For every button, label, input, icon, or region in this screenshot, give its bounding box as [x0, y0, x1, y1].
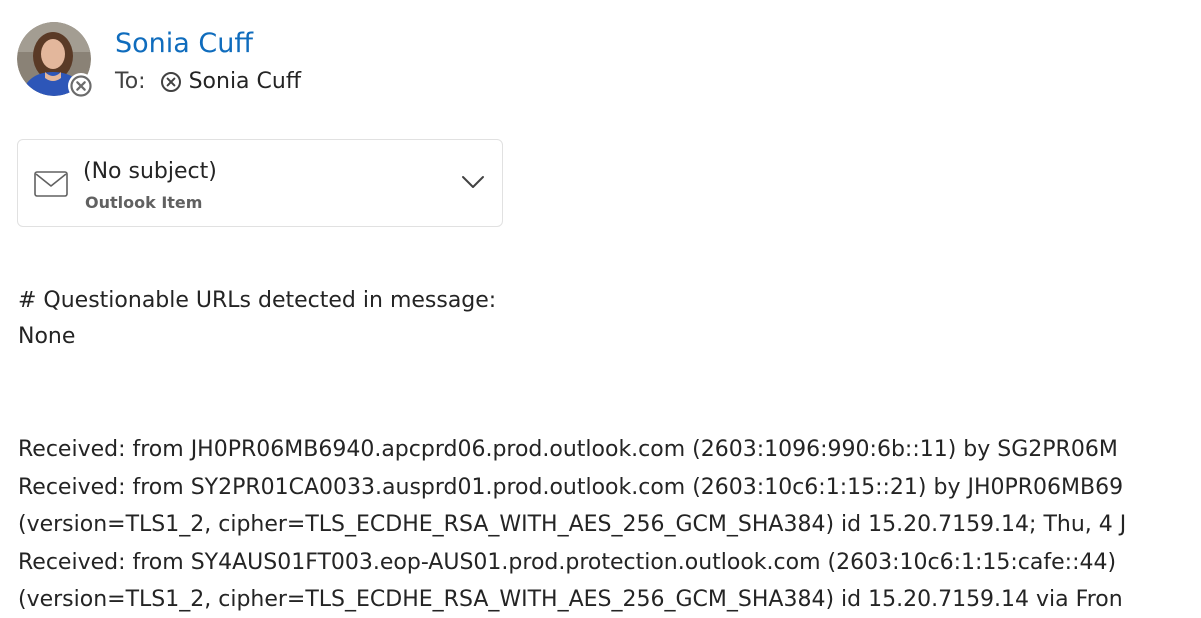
sender-name-link[interactable]: Sonia Cuff	[115, 27, 253, 61]
recipient-row: To: Sonia Cuff	[115, 67, 301, 97]
message-reading-pane: Sonia Cuff To: Sonia Cuff (No subject) O…	[0, 0, 1201, 618]
mail-envelope-icon	[34, 171, 68, 197]
questionable-urls-value: None	[18, 324, 76, 349]
header-line: Received: from SY4AUS01FT003.eop-AUS01.p…	[18, 549, 1117, 575]
header-line: Received: from JH0PR06MB6940.apcprd06.pr…	[18, 437, 1118, 462]
remove-recipient-icon	[160, 72, 181, 92]
chevron-down-icon[interactable]	[460, 173, 486, 191]
sender-avatar[interactable]	[17, 22, 94, 99]
attachment-title: (No subject)	[83, 159, 217, 184]
recipient-chip[interactable]: Sonia Cuff	[160, 67, 301, 97]
attachment-type: Outlook Item	[85, 193, 203, 212]
attachment-card[interactable]: (No subject) Outlook Item	[17, 139, 503, 227]
header-line: Received: from SY2PR01CA0033.ausprd01.pr…	[18, 474, 1124, 500]
to-label: To:	[115, 69, 146, 94]
presence-blocked-badge	[68, 73, 94, 99]
header-line: (version=TLS1_2, cipher=TLS_ECDHE_RSA_WI…	[18, 587, 1123, 612]
header-line: (version=TLS1_2, cipher=TLS_ECDHE_RSA_WI…	[18, 512, 1127, 537]
blocked-status-icon	[70, 75, 92, 97]
recipient-name: Sonia Cuff	[188, 69, 301, 94]
questionable-urls-heading: # Questionable URLs detected in message:	[18, 288, 497, 313]
message-headers: Received: from JH0PR06MB6940.apcprd06.pr…	[18, 431, 1201, 618]
